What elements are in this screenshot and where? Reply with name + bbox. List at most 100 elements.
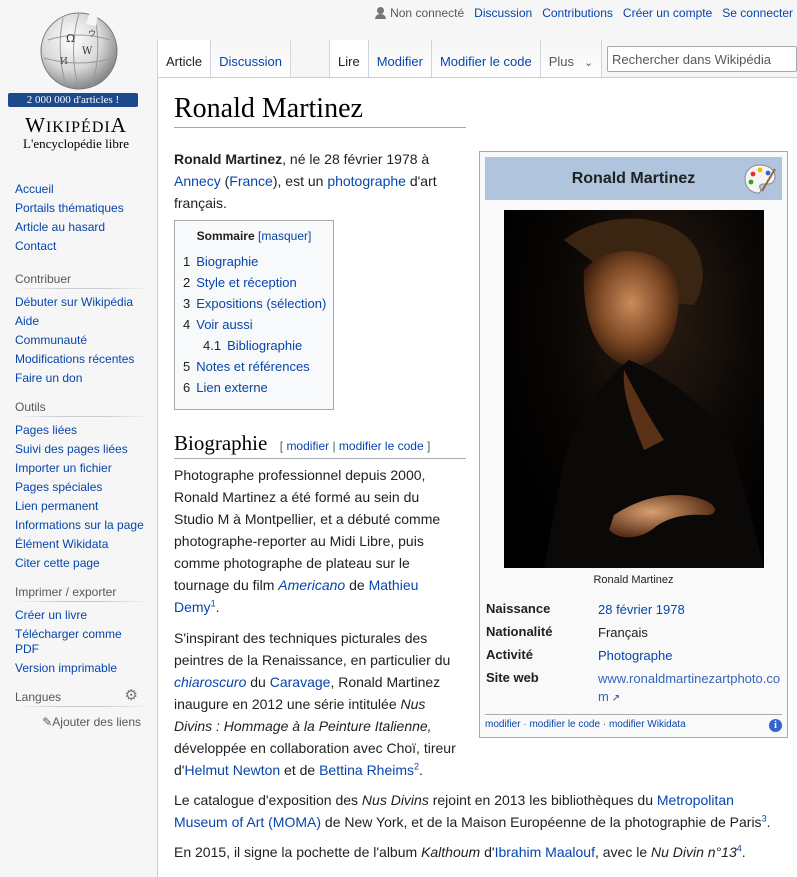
create-account-link[interactable]: Créer un compte xyxy=(623,6,712,20)
add-links-button[interactable]: ✎Ajouter des liens xyxy=(15,715,157,729)
tab-discussion[interactable]: Discussion xyxy=(211,40,291,78)
p1-text-2: de xyxy=(345,577,369,593)
birth-date-link[interactable]: 28 février 1978 xyxy=(598,601,784,619)
infobox-footer: modifier · modifier le code · modifier W… xyxy=(485,714,782,732)
sidebar-languages-heading: Langues ⚙ xyxy=(15,687,150,707)
caravage-link[interactable]: Caravage xyxy=(270,674,331,690)
chiaroscuro-link[interactable]: chiaroscuro xyxy=(174,674,246,690)
sidebar-item-pages-liees[interactable]: Pages liées xyxy=(15,423,77,437)
ibrahim-maalouf-link[interactable]: Ibrahim Maalouf xyxy=(495,844,595,860)
toc-item-bibliographie[interactable]: 4.1 Bibliographie xyxy=(183,335,325,356)
section-edit-link[interactable]: modifier xyxy=(286,439,329,453)
sidebar-item-suivi[interactable]: Suivi des pages liées xyxy=(15,442,128,456)
search-input[interactable]: Rechercher dans Wikipédia xyxy=(607,46,797,72)
sidebar-contribute: Contribuer Débuter sur Wikipédia Aide Co… xyxy=(15,272,157,386)
sidebar-item-debuter[interactable]: Débuter sur Wikipédia xyxy=(15,295,133,309)
search-placeholder: Rechercher dans Wikipédia xyxy=(612,52,771,67)
sidebar-item-portails[interactable]: Portails thématiques xyxy=(15,201,124,215)
toc-num: 6 xyxy=(183,380,191,395)
p3-text-2: rejoint en 2013 les bibliothèques du xyxy=(428,792,657,808)
view-tabs: Lire Modifier Modifier le code Plus ⌄ xyxy=(329,40,603,78)
infobox-row-nationalite: Nationalité Français xyxy=(486,624,786,642)
section-heading-biographie: Biographie [ modifier | modifier le code… xyxy=(174,431,466,459)
infobox-key: Nationalité xyxy=(486,624,553,639)
table-of-contents: Sommaire [masquer] 1 Biographie 2 Style et… xyxy=(174,220,334,410)
toc-label: Biographie xyxy=(196,254,259,269)
activity-link[interactable]: Photographe xyxy=(598,647,784,665)
intro-paragraph: Ronald Martinez, né le 28 février 1978 à… xyxy=(174,148,454,214)
infobox-edit-link[interactable]: modifier xyxy=(485,719,521,730)
sidebar-item-modifications[interactable]: Modifications récentes xyxy=(15,352,134,366)
namespace-tabs: Article Discussion xyxy=(157,40,291,78)
info-icon[interactable]: i xyxy=(769,719,782,732)
nu-divin-title: Nu Divin n°13 xyxy=(651,844,737,860)
sidebar-item-permanent[interactable]: Lien permanent xyxy=(15,499,98,513)
bio-paragraph-4: En 2015, il signe la pochette de l'album… xyxy=(174,841,782,863)
toc-item-notes[interactable]: 5 Notes et références xyxy=(183,356,325,377)
infobox-edit-source-link[interactable]: modifier le code xyxy=(529,719,600,730)
toc-item-voir-aussi[interactable]: 4 Voir aussi xyxy=(183,314,325,335)
photographe-link[interactable]: photographe xyxy=(327,173,406,189)
section-edit-source-link[interactable]: modifier le code xyxy=(339,439,424,453)
add-links-label: Ajouter des liens xyxy=(52,715,141,729)
toc-item-expositions[interactable]: 3 Expositions (sélection) xyxy=(183,293,326,314)
gear-icon[interactable]: ⚙ xyxy=(125,686,138,704)
tab-read[interactable]: Lire xyxy=(329,40,369,78)
infobox-key: Site web xyxy=(486,670,539,685)
contributions-link[interactable]: Contributions xyxy=(542,6,613,20)
svg-text:Ω: Ω xyxy=(66,32,75,45)
americano-link[interactable]: Americano xyxy=(278,577,345,593)
album-title: Kalthoum xyxy=(421,844,481,860)
p4-text-1: En 2015, il signe la pochette de l'album xyxy=(174,844,422,860)
sidebar-item-hasard[interactable]: Article au hasard xyxy=(15,220,105,234)
more-menu[interactable]: Plus ⌄ xyxy=(540,40,603,78)
toc-item-style[interactable]: 2 Style et réception xyxy=(183,272,325,293)
sidebar-item-aide[interactable]: Aide xyxy=(15,314,39,328)
sidebar-item-contact[interactable]: Contact xyxy=(15,239,56,253)
sidebar-item-importer[interactable]: Importer un fichier xyxy=(15,461,112,475)
sidebar-item-informations[interactable]: Informations sur la page xyxy=(15,518,144,532)
tab-edit[interactable]: Modifier xyxy=(368,40,432,78)
sidebar-tools-heading: Outils xyxy=(15,400,150,417)
toc-item-lien-externe[interactable]: 6 Lien externe xyxy=(183,377,325,398)
bettina-rheims-link[interactable]: Bettina Rheims xyxy=(319,762,414,778)
website-link[interactable]: www.ronaldmartinezartphoto.com xyxy=(598,671,780,704)
americano-title: Americano xyxy=(278,577,346,593)
tab-article[interactable]: Article xyxy=(157,40,212,78)
sidebar-item-citer[interactable]: Citer cette page xyxy=(15,556,100,570)
tab-article-label: Article xyxy=(166,54,203,69)
sidebar-item-don[interactable]: Faire un don xyxy=(15,371,82,385)
infobox-title: Ronald Martinez xyxy=(485,157,782,200)
bio-paragraph-1: Photographe professionnel depuis 2000, R… xyxy=(174,464,459,618)
toc-item-biographie[interactable]: 1 Biographie xyxy=(183,251,325,272)
portrait-photo[interactable] xyxy=(504,210,764,568)
website-value: www.ronaldmartinezartphoto.com ↗ xyxy=(598,670,784,708)
annecy-link[interactable]: Annecy xyxy=(174,173,221,189)
toc-toggle[interactable]: [masquer] xyxy=(258,229,311,243)
login-link[interactable]: Se connecter xyxy=(722,6,793,20)
personal-discussion-link[interactable]: Discussion xyxy=(474,6,532,20)
sidebar-item-pdf[interactable]: Télécharger comme PDF xyxy=(15,627,122,656)
not-logged-in-label: Non connecté xyxy=(390,6,465,20)
intro-text-1: , né le 28 février 1978 à xyxy=(282,151,430,167)
sidebar-item-wikidata[interactable]: Élément Wikidata xyxy=(15,537,108,551)
tab-edit-source[interactable]: Modifier le code xyxy=(431,40,541,78)
wikipedia-logo[interactable]: Ω W И ウ 2 000 000 d'articles ! WIKIPÉDIA… xyxy=(0,0,157,160)
toc-num: 4.1 xyxy=(203,338,222,353)
sidebar-item-livre[interactable]: Créer un livre xyxy=(15,608,87,622)
infobox-row-site-web: Site web www.ronaldmartinezartphoto.com … xyxy=(486,670,786,708)
page-title: Ronald Martinez xyxy=(174,93,466,128)
france-link[interactable]: France xyxy=(229,173,273,189)
sidebar-tools: Outils Pages liées Suivi des pages liées… xyxy=(15,400,157,571)
infobox-row-naissance: Naissance 28 février 1978 xyxy=(486,601,786,619)
sidebar-item-communaute[interactable]: Communauté xyxy=(15,333,87,347)
helmut-newton-link[interactable]: Helmut Newton xyxy=(184,762,280,778)
sidebar-item-speciales[interactable]: Pages spéciales xyxy=(15,480,102,494)
toc-num: 5 xyxy=(183,359,191,374)
sidebar-item-accueil[interactable]: Accueil xyxy=(15,182,54,196)
sidebar-item-imprimable[interactable]: Version imprimable xyxy=(15,661,117,675)
infobox-edit-wikidata-link[interactable]: modifier Wikidata xyxy=(609,719,686,730)
nus-divins-title: Nus Divins xyxy=(361,792,429,808)
languages-label: Langues xyxy=(15,690,62,704)
external-link-icon: ↗ xyxy=(608,693,621,704)
